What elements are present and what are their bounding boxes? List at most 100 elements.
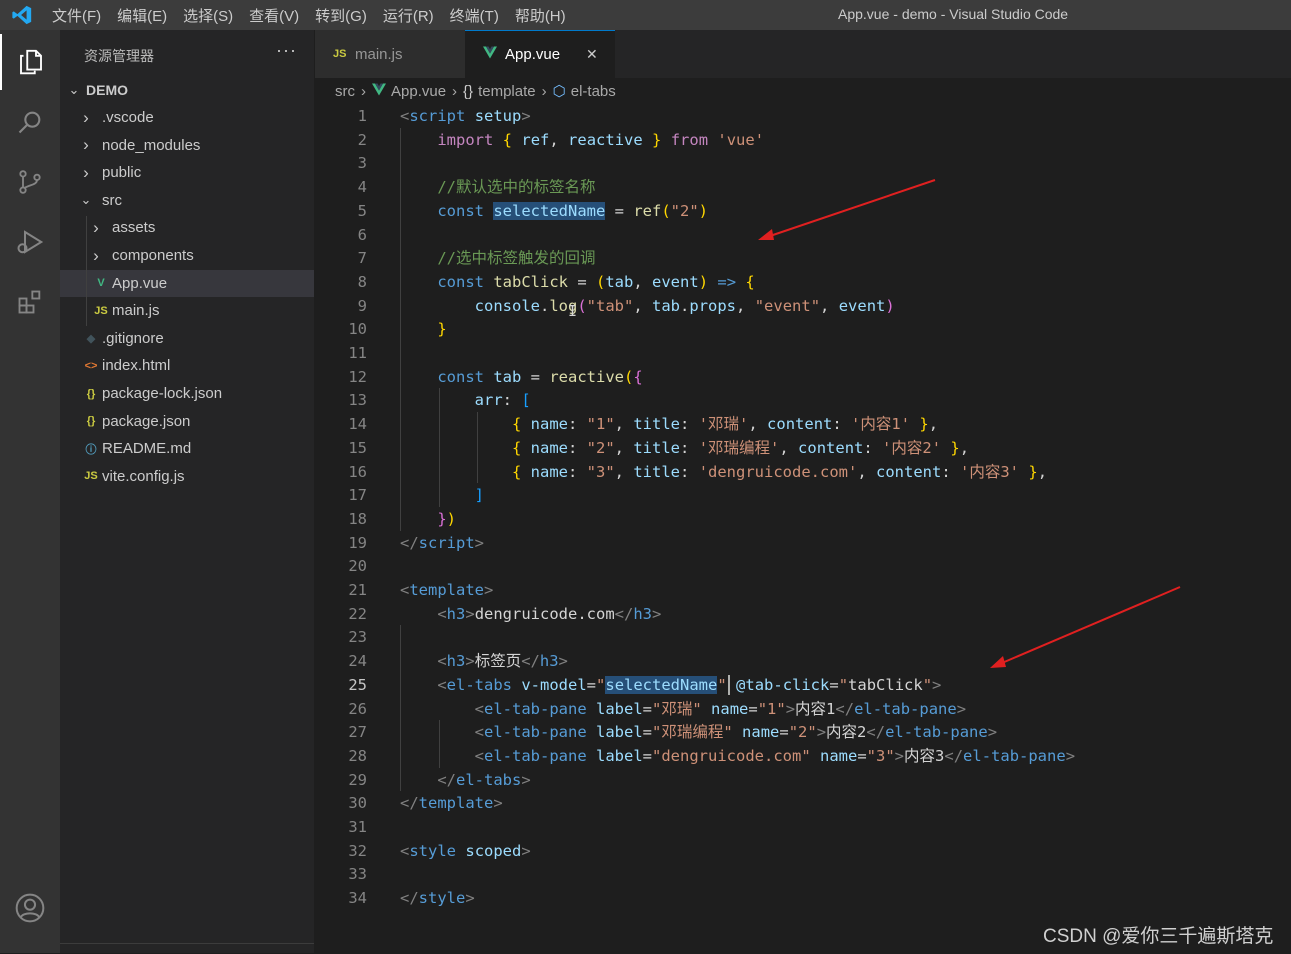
- menu-item[interactable]: 运行(R): [375, 5, 442, 26]
- line-number: 18: [348, 509, 367, 528]
- code-line: 28 <el-tab-pane label="dengruicode.com" …: [315, 744, 1291, 768]
- code-token: //选中标签触发的回调: [437, 249, 596, 268]
- explorer-icon[interactable]: [0, 34, 60, 90]
- code-token: }: [1028, 462, 1038, 481]
- code-token: v-model: [521, 675, 587, 694]
- tree-folder[interactable]: › assets: [60, 214, 314, 241]
- tree-folder[interactable]: › components: [60, 242, 314, 269]
- breadcrumb-item-template[interactable]: template: [478, 83, 536, 100]
- code-token: (: [661, 201, 671, 220]
- code-line: 25 <el-tabs v-model="selectedName" @tab-…: [315, 673, 1291, 697]
- code-line: 12 const tab = reactive({: [315, 365, 1291, 389]
- code-line: 15 { name: "2", title: '邓瑞编程', content: …: [315, 436, 1291, 460]
- menu-item[interactable]: 转到(G): [307, 5, 375, 26]
- close-tab-icon[interactable]: ✕: [586, 46, 598, 63]
- breadcrumb-item-el-tabs[interactable]: el-tabs: [571, 83, 616, 100]
- code-token: reactive: [549, 367, 624, 386]
- code-token: tab: [605, 272, 634, 291]
- line-content: <template>: [400, 578, 493, 602]
- chevron-right-icon: ›: [83, 135, 89, 155]
- tree-file[interactable]: JS vite.config.js: [60, 463, 314, 490]
- code-token: ": [717, 675, 727, 694]
- code-token: =: [857, 746, 867, 765]
- breadcrumb-item-src[interactable]: src: [335, 83, 355, 100]
- line-number: 2: [357, 130, 367, 149]
- mouse-ibeam-icon: I: [568, 301, 578, 320]
- more-actions-button[interactable]: ···: [276, 40, 297, 61]
- code-token: ,: [549, 130, 569, 149]
- line-number: 27: [348, 723, 367, 742]
- code-token: .: [680, 296, 690, 315]
- title-bar: 文件(F) 编辑(E) 选择(S) 查看(V) 转到(G) 运行(R) 终端(T) 帮助(H)…: [0, 0, 1291, 30]
- code-token: }: [437, 509, 447, 528]
- tree-file[interactable]: ⓘ README.md: [60, 435, 314, 462]
- code-token: :: [502, 391, 522, 410]
- tree-folder[interactable]: ⌄ src: [60, 187, 314, 214]
- indent-guide: [400, 127, 401, 531]
- tree-item-label: node_modules: [102, 136, 201, 154]
- code-token: >: [465, 889, 475, 908]
- code-token: ,: [736, 296, 755, 315]
- line-content: { name: "2", title: '邓瑞编程', content: '内容…: [400, 436, 969, 460]
- tree-folder[interactable]: › public: [60, 159, 314, 186]
- tree-file[interactable]: JS main.js: [60, 297, 314, 324]
- code-token: </: [400, 533, 419, 552]
- chevron-right-icon: ›: [83, 162, 89, 182]
- code-token: ": [838, 675, 849, 694]
- code-token: console: [474, 296, 540, 315]
- breadcrumb-item-app-vue[interactable]: App.vue: [391, 83, 446, 100]
- tree-file[interactable]: V App.vue: [60, 269, 314, 297]
- menu-bar: 文件(F) 编辑(E) 选择(S) 查看(V) 转到(G) 运行(R) 终端(T) 帮助(H): [44, 0, 574, 30]
- chevron-right-icon: ›: [93, 217, 99, 237]
- code-token: title: [633, 462, 681, 481]
- menu-item[interactable]: 选择(S): [175, 5, 241, 26]
- tree-file[interactable]: ◆ .gitignore: [60, 325, 314, 352]
- tab-main-js[interactable]: JS main.js: [315, 30, 465, 78]
- editor-tabs: JS main.js App.vue ✕: [315, 30, 1291, 78]
- tree-folder[interactable]: › node_modules: [60, 132, 314, 159]
- menu-item[interactable]: 编辑(E): [109, 5, 175, 26]
- menu-item[interactable]: 查看(V): [241, 5, 307, 26]
- tree-file[interactable]: {} package.json: [60, 408, 314, 435]
- code-token: el-tab-pane: [963, 746, 1066, 765]
- code-token: ": [922, 675, 933, 694]
- search-icon[interactable]: [0, 94, 60, 150]
- run-debug-icon[interactable]: [0, 214, 60, 270]
- tree-item-label: components: [112, 247, 194, 264]
- code-token: "2": [586, 438, 615, 457]
- folder-root-demo[interactable]: ⌄ DEMO: [60, 76, 314, 103]
- tree-file[interactable]: {} package-lock.json: [60, 380, 314, 407]
- line-content: import { ref, reactive } from 'vue': [400, 128, 764, 152]
- code-line: 20: [315, 554, 1291, 578]
- tree-file[interactable]: <> index.html: [60, 352, 314, 379]
- code-line: 24 <h3>标签页</h3>: [315, 649, 1291, 673]
- tab-app-vue[interactable]: App.vue ✕: [465, 30, 615, 78]
- code-token: =: [829, 675, 839, 694]
- code-line: 34 </style>: [315, 886, 1291, 910]
- chevron-right-icon: ›: [361, 82, 366, 100]
- text-cursor: [728, 674, 730, 695]
- vue-file-icon: [483, 46, 505, 63]
- indent-guide: [477, 412, 478, 484]
- code-token: <: [400, 581, 410, 599]
- menu-item[interactable]: 文件(F): [44, 5, 109, 26]
- code-token: tab: [652, 296, 681, 315]
- line-number: 24: [348, 652, 367, 671]
- menu-item[interactable]: 帮助(H): [507, 5, 574, 26]
- menu-item[interactable]: 终端(T): [442, 5, 507, 26]
- info-file-icon: ⓘ: [85, 443, 97, 456]
- code-token: :: [680, 438, 699, 457]
- code-token: setup: [474, 107, 522, 125]
- tree-item-label: assets: [112, 219, 156, 237]
- code-token: ]: [474, 486, 484, 505]
- extensions-icon[interactable]: [0, 274, 60, 330]
- account-icon[interactable]: [0, 880, 60, 936]
- tree-folder[interactable]: › .vscode: [60, 104, 314, 131]
- source-control-icon[interactable]: [0, 154, 60, 210]
